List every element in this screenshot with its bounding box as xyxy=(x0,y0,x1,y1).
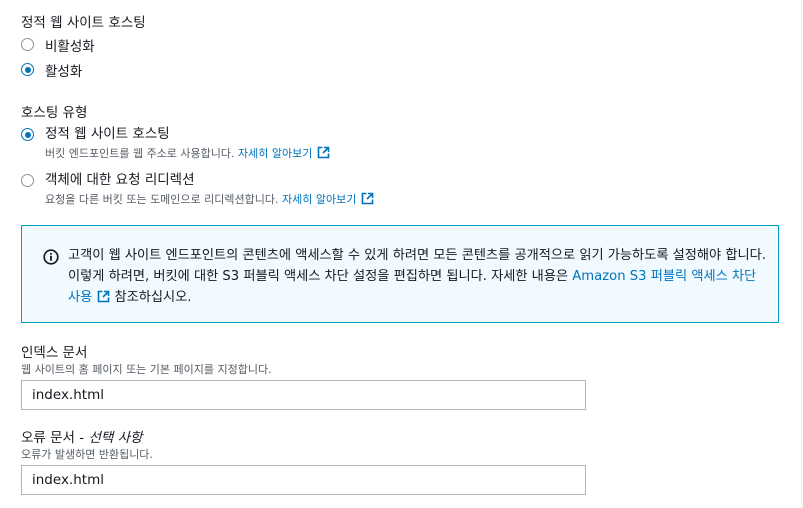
radio-disable-label: 비활성화 xyxy=(45,39,95,55)
radio-disable[interactable] xyxy=(21,38,34,51)
error-document-description: 오류가 발생하면 반환됩니다. xyxy=(21,448,153,461)
optional-tag: 선택 사항 xyxy=(88,430,143,446)
index-document-label: 인덱스 문서 xyxy=(21,345,88,361)
radio-option-static-hosting[interactable]: 정적 웹 사이트 호스팅 버킷 엔드포인트를 웹 주소로 사용합니다. 자세히 … xyxy=(21,126,330,161)
learn-more-link-redirect[interactable]: 자세히 알아보기 xyxy=(282,193,356,206)
radio-option-redirect[interactable]: 객체에 대한 요청 리디렉션 요청을 다른 버킷 또는 도메인으로 리디렉션합니… xyxy=(21,172,374,207)
radio-redirect-description: 요청을 다른 버킷 또는 도메인으로 리디렉션합니다. xyxy=(45,193,279,206)
radio-static-hosting[interactable] xyxy=(21,128,34,141)
learn-more-link-static[interactable]: 자세히 알아보기 xyxy=(238,147,312,160)
radio-static-hosting-description: 버킷 엔드포인트를 웹 주소로 사용합니다. xyxy=(45,147,235,160)
info-alert-text-end: 참조하십시오. xyxy=(110,290,192,305)
radio-enable[interactable] xyxy=(21,63,34,76)
hosting-section-title: 정적 웹 사이트 호스팅 xyxy=(21,15,146,31)
radio-option-disable[interactable]: 비활성화 xyxy=(21,36,95,56)
radio-enable-label: 활성화 xyxy=(45,64,83,80)
info-icon xyxy=(43,249,59,265)
error-document-input[interactable] xyxy=(21,465,586,495)
radio-redirect[interactable] xyxy=(21,174,34,187)
external-link-icon[interactable] xyxy=(97,290,110,303)
external-link-icon[interactable] xyxy=(317,146,330,159)
index-document-description: 웹 사이트의 홈 페이지 또는 기본 페이지를 지정합니다. xyxy=(21,363,272,376)
info-alert: 고객이 웹 사이트 엔드포인트의 콘텐츠에 액세스할 수 있게 하려면 모든 콘… xyxy=(21,225,779,323)
external-link-icon[interactable] xyxy=(361,192,374,205)
radio-redirect-label: 객체에 대한 요청 리디렉션 xyxy=(45,172,195,188)
index-document-input[interactable] xyxy=(21,380,586,410)
radio-option-enable[interactable]: 활성화 xyxy=(21,61,82,81)
error-document-label-text: 오류 문서 xyxy=(21,430,75,446)
radio-static-hosting-label: 정적 웹 사이트 호스팅 xyxy=(45,126,170,142)
hosting-type-title: 호스팅 유형 xyxy=(21,105,88,121)
error-document-label: 오류 문서 - 선택 사항 xyxy=(21,430,143,446)
static-website-hosting-panel: 정적 웹 사이트 호스팅 비활성화 활성화 호스팅 유형 정적 웹 사이트 호스… xyxy=(0,0,802,508)
